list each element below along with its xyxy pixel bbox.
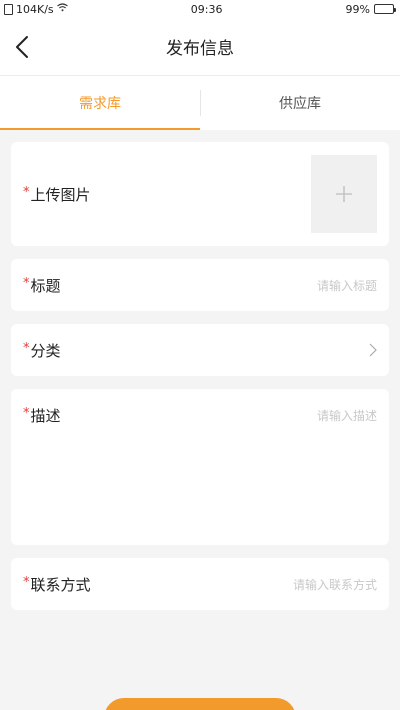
description-row[interactable]: * 描述 请输入描述 — [11, 389, 389, 545]
status-time: 09:36 — [190, 2, 223, 16]
title-label-text: 标题 — [30, 276, 61, 295]
contact-label: * 联系方式 — [23, 574, 91, 595]
wifi-icon — [56, 3, 68, 15]
category-row[interactable]: * 分类 — [11, 324, 389, 376]
contact-input[interactable]: 请输入联系方式 — [293, 576, 377, 593]
tab-supply-label: 供应库 — [279, 96, 321, 112]
description-input[interactable]: 请输入描述 — [317, 407, 377, 424]
submit-button[interactable] — [104, 698, 296, 710]
required-mark: * — [23, 406, 30, 421]
upload-image-button[interactable] — [311, 155, 377, 233]
required-mark: * — [23, 574, 30, 590]
tab-demand[interactable]: 需求库 — [0, 76, 200, 130]
required-mark: * — [23, 340, 30, 356]
title-input[interactable]: 请输入标题 — [317, 277, 377, 294]
battery-percent: 99% — [345, 2, 370, 16]
tab-demand-label: 需求库 — [79, 96, 121, 112]
nav-bar: 发布信息 — [0, 18, 400, 76]
network-speed: 104K/s — [16, 2, 54, 16]
battery-icon — [374, 4, 396, 14]
chevron-right-icon[interactable] — [369, 343, 377, 357]
required-mark: * — [23, 184, 30, 200]
required-mark: * — [23, 275, 30, 291]
upload-image-row: * 上传图片 — [11, 142, 389, 246]
tab-bar: 需求库 供应库 — [0, 76, 400, 130]
description-label-text: 描述 — [30, 407, 61, 425]
category-label-text: 分类 — [30, 341, 61, 360]
page-title: 发布信息 — [166, 39, 234, 59]
status-right: 99% — [345, 2, 396, 16]
publish-form: * 上传图片 * 标题 请输入标题 * 分类 * 描述 请输入描述 * 联系方式… — [0, 130, 400, 610]
contact-label-text: 联系方式 — [30, 575, 91, 594]
status-left: 104K/s — [4, 3, 68, 16]
tab-supply[interactable]: 供应库 — [200, 76, 400, 130]
plus-icon — [335, 180, 353, 208]
tab-divider — [200, 90, 201, 116]
back-icon[interactable] — [8, 32, 36, 62]
title-row[interactable]: * 标题 请输入标题 — [11, 259, 389, 311]
contact-row[interactable]: * 联系方式 请输入联系方式 — [11, 558, 389, 610]
title-label: * 标题 — [23, 275, 61, 296]
category-label: * 分类 — [23, 340, 61, 361]
description-label: * 描述 — [23, 405, 61, 426]
sim-card-icon — [4, 3, 13, 15]
upload-image-label-text: 上传图片 — [30, 185, 91, 204]
status-bar: 104K/s 09:36 99% — [0, 0, 400, 18]
upload-image-label: * 上传图片 — [23, 184, 91, 205]
